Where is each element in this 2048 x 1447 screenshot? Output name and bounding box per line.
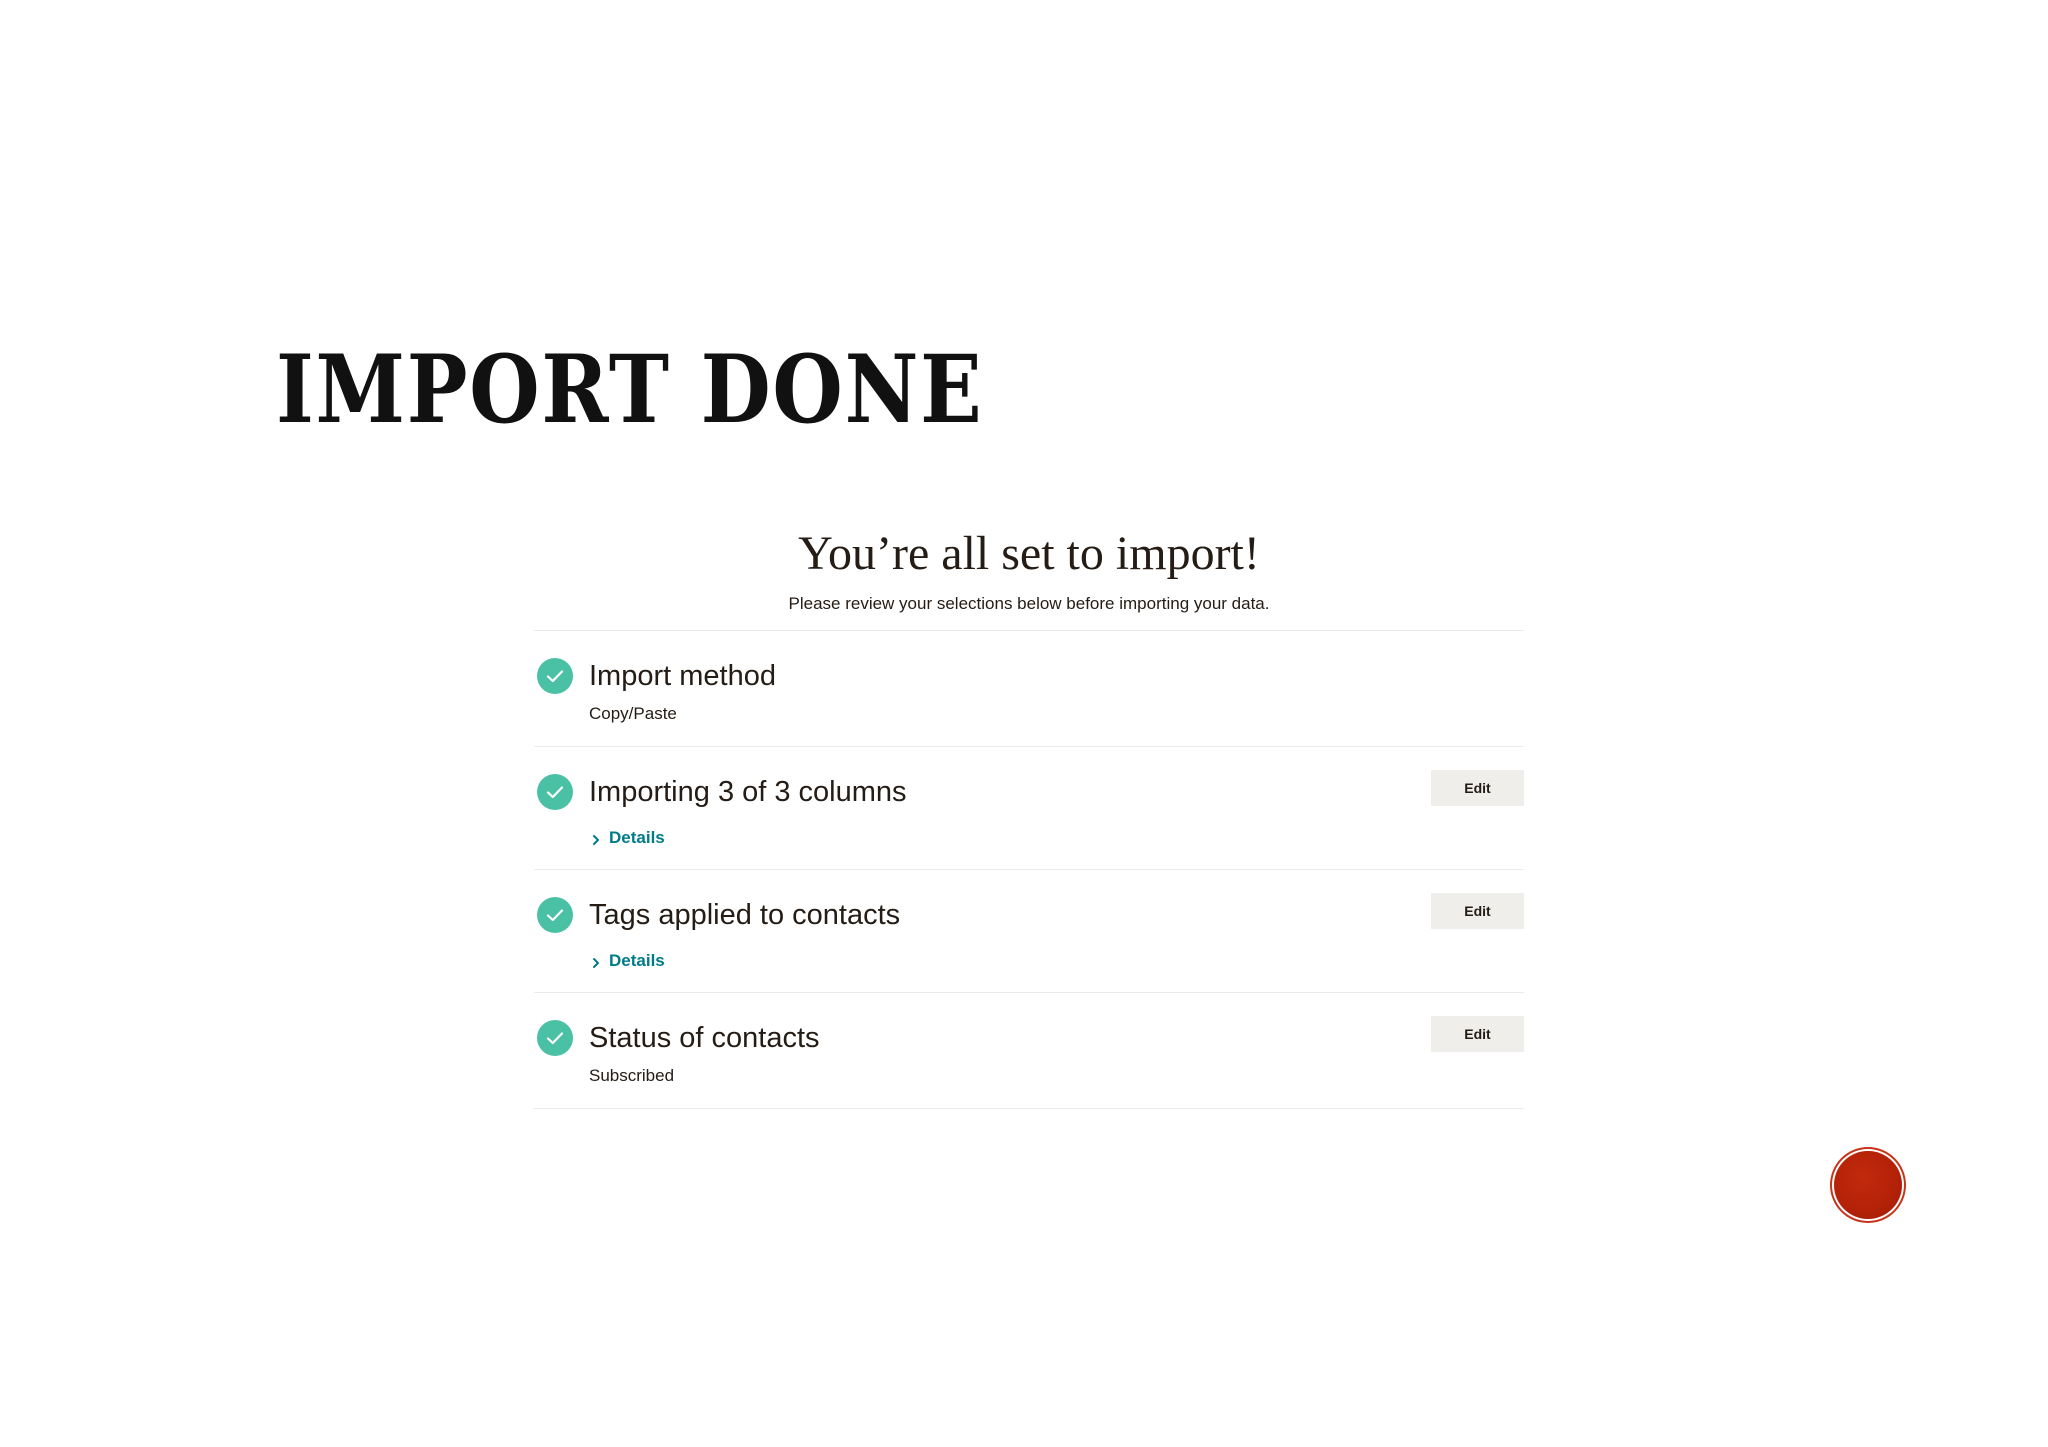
panel-heading: You’re all set to import! [798, 527, 1260, 580]
check-circle-icon [537, 774, 573, 810]
edit-status-button[interactable]: Edit [1431, 1016, 1524, 1052]
step-value: Subscribed [589, 1066, 675, 1085]
details-label: Details [609, 828, 665, 847]
panel-subheading: Please review your selections below befo… [788, 594, 1270, 613]
check-circle-icon [537, 1020, 573, 1056]
step-tags: Tags applied to contacts Details Edit [534, 870, 1524, 993]
columns-details-link[interactable]: Details [589, 827, 665, 849]
tags-details-link[interactable]: Details [589, 950, 665, 972]
step-columns: Importing 3 of 3 columns Details Edit [534, 747, 1524, 870]
edit-columns-button[interactable]: Edit [1431, 770, 1524, 806]
step-title: Import method [589, 660, 776, 692]
chevron-right-icon [589, 831, 603, 845]
review-steps-list: Import method Copy/Paste Importing 3 of … [534, 630, 1524, 1109]
step-import-method: Import method Copy/Paste [534, 631, 1524, 747]
check-circle-icon [537, 897, 573, 933]
import-review-panel: You’re all set to import! Please review … [534, 515, 1524, 1447]
step-title: Status of contacts [589, 1022, 820, 1054]
slide-title: IMPORT DONE [276, 335, 984, 445]
check-circle-icon [537, 658, 573, 694]
chevron-right-icon [589, 954, 603, 968]
step-value: Copy/Paste [589, 704, 677, 723]
edit-tags-button[interactable]: Edit [1431, 893, 1524, 929]
details-label: Details [609, 951, 665, 970]
step-title: Importing 3 of 3 columns [589, 776, 907, 808]
panel-header: You’re all set to import! Please review … [534, 515, 1524, 615]
record-button-icon[interactable] [1834, 1151, 1902, 1219]
step-title: Tags applied to contacts [589, 899, 901, 931]
step-status: Status of contacts Subscribed Edit [534, 993, 1524, 1109]
